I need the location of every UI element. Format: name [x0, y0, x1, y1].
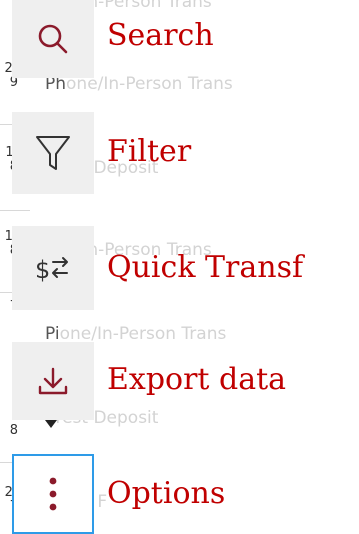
- search-label: Search: [107, 18, 214, 53]
- export-data-button[interactable]: Export data: [0, 342, 359, 422]
- more-vertical-icon[interactable]: [12, 454, 94, 534]
- filter-label: Filter: [107, 134, 192, 169]
- svg-text:$: $: [35, 256, 50, 284]
- options-label: Options: [107, 476, 226, 511]
- quick-transfer-icon[interactable]: $: [12, 226, 94, 310]
- transaction-description: Pione/In-Person Trans: [45, 324, 227, 344]
- row-divider: [0, 210, 30, 211]
- quick-transfer-button[interactable]: $ Quick Transf: [0, 226, 359, 310]
- search-icon[interactable]: [12, 0, 94, 78]
- search-button[interactable]: Search: [0, 0, 359, 80]
- download-icon[interactable]: [12, 342, 94, 420]
- date-fragment: 8: [9, 423, 18, 438]
- quick-transfer-label: Quick Transf: [107, 250, 304, 285]
- filter-icon[interactable]: [12, 112, 94, 194]
- options-button[interactable]: Options: [0, 454, 359, 534]
- filter-button[interactable]: Filter: [0, 112, 359, 194]
- export-data-label: Export data: [107, 362, 287, 397]
